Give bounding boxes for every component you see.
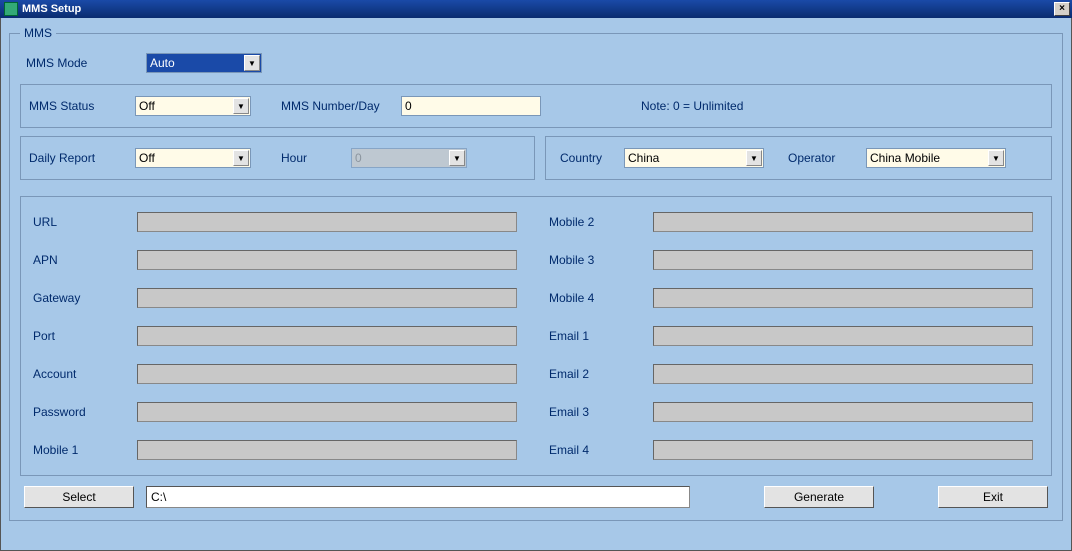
hour-select: 0 [351,148,467,168]
operator-select[interactable]: China Mobile [866,148,1006,168]
path-input[interactable] [146,486,690,508]
mms-number-input[interactable] [401,96,541,116]
mms-status-select[interactable]: Off [135,96,251,116]
email3-input[interactable] [653,402,1033,422]
mobile4-input[interactable] [653,288,1033,308]
daily-report-select[interactable]: Off [135,148,251,168]
titlebar: MMS Setup × [0,0,1072,18]
gateway-label: Gateway [29,291,137,305]
close-icon[interactable]: × [1054,2,1070,16]
apn-input[interactable] [137,250,517,270]
mobile4-label: Mobile 4 [545,291,653,305]
email4-input[interactable] [653,440,1033,460]
select-button[interactable]: Select [24,486,134,508]
mobile2-label: Mobile 2 [545,215,653,229]
email2-label: Email 2 [545,367,653,381]
right-column: Mobile 2 Mobile 3 Mobile 4 Email 1 Email… [545,203,1043,469]
mobile3-input[interactable] [653,250,1033,270]
client-area: MMS MMS Mode Auto ▼ MMS Status Off ▼ [0,18,1072,551]
gateway-input[interactable] [137,288,517,308]
country-select[interactable]: China [624,148,764,168]
account-label: Account [29,367,137,381]
daily-report-label: Daily Report [29,151,135,165]
mms-status-box: MMS Status Off ▼ MMS Number/Day Note: 0 … [20,84,1052,128]
daily-report-box: Daily Report Off ▼ Hour 0 ▼ [20,136,535,180]
port-label: Port [29,329,137,343]
mms-mode-label: MMS Mode [26,56,146,70]
note-text: Note: 0 = Unlimited [641,99,743,113]
operator-label: Operator [788,151,866,165]
window-title: MMS Setup [22,3,81,15]
generate-button[interactable]: Generate [764,486,874,508]
account-input[interactable] [137,364,517,384]
country-label: Country [554,151,624,165]
mobile1-label: Mobile 1 [29,443,137,457]
email3-label: Email 3 [545,405,653,419]
apn-label: APN [29,253,137,267]
mobile2-input[interactable] [653,212,1033,232]
app-icon [4,2,18,16]
email2-input[interactable] [653,364,1033,384]
left-column: URL APN Gateway Port Account Password Mo… [29,203,527,469]
mobile1-input[interactable] [137,440,517,460]
email4-label: Email 4 [545,443,653,457]
fields-box: URL APN Gateway Port Account Password Mo… [20,196,1052,476]
mms-groupbox: MMS MMS Mode Auto ▼ MMS Status Off ▼ [9,26,1063,521]
email1-input[interactable] [653,326,1033,346]
port-input[interactable] [137,326,517,346]
url-input[interactable] [137,212,517,232]
password-label: Password [29,405,137,419]
mms-mode-select[interactable]: Auto [146,53,262,73]
exit-button[interactable]: Exit [938,486,1048,508]
mobile3-label: Mobile 3 [545,253,653,267]
mms-status-label: MMS Status [29,99,135,113]
url-label: URL [29,215,137,229]
groupbox-legend: MMS [20,26,56,40]
mms-number-label: MMS Number/Day [281,99,401,113]
email1-label: Email 1 [545,329,653,343]
country-box: Country China ▼ Operator China Mobile ▼ [545,136,1052,180]
password-input[interactable] [137,402,517,422]
hour-label: Hour [281,151,351,165]
